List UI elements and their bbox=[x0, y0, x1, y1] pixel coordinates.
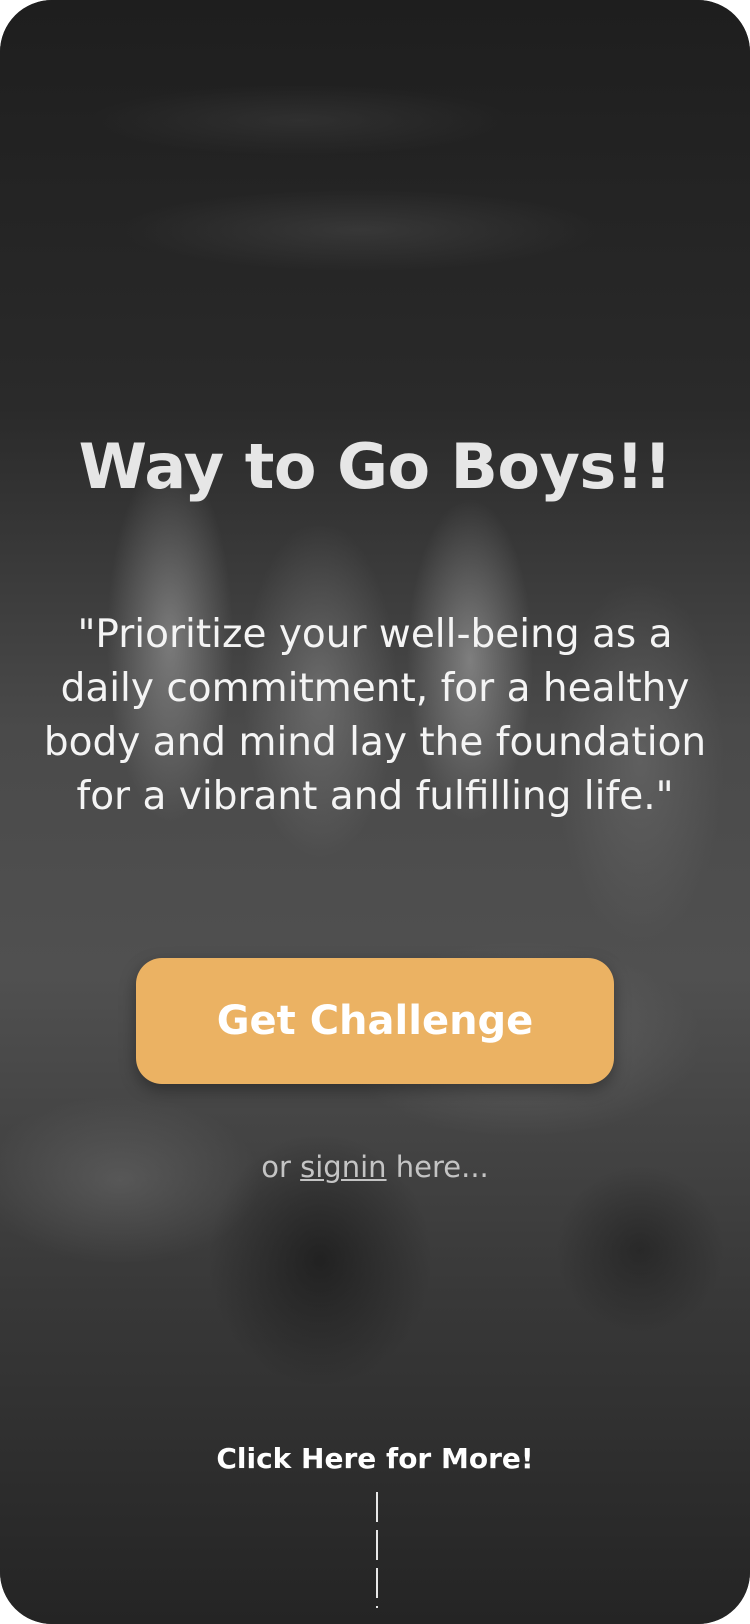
page-title: Way to Go Boys!! bbox=[78, 430, 672, 503]
signin-link[interactable]: signin bbox=[300, 1150, 386, 1184]
motivational-quote: "Prioritize your well-being as a daily c… bbox=[43, 612, 707, 819]
signin-prompt: or signin here... bbox=[0, 1150, 750, 1184]
get-challenge-button[interactable]: Get Challenge bbox=[136, 958, 614, 1084]
signin-prefix: or bbox=[261, 1150, 301, 1184]
signin-suffix: here... bbox=[386, 1150, 489, 1184]
welcome-screen: Way to Go Boys!! "Prioritize your well-b… bbox=[0, 0, 750, 1624]
scroll-indicator bbox=[376, 1492, 378, 1608]
more-link[interactable]: Click Here for More! bbox=[0, 1442, 750, 1475]
content-layer: Way to Go Boys!! "Prioritize your well-b… bbox=[0, 0, 750, 1624]
